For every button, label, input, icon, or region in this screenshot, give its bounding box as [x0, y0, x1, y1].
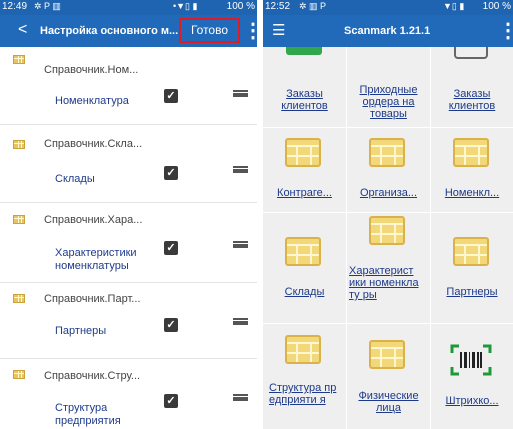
list-item[interactable]: Справочник.Хара... Характеристики номенк…: [0, 203, 257, 283]
tile-individuals[interactable]: Физические лица: [347, 324, 430, 429]
list-item[interactable]: Справочник.Скла... Склады ✓: [0, 125, 257, 203]
ref-name: Справочник.Ном...: [44, 64, 139, 76]
item-name: Характеристики номенклатуры: [55, 247, 137, 272]
table-icon: [285, 335, 321, 364]
tile-label: Штрихко...: [445, 395, 499, 407]
table-icon: [369, 340, 405, 369]
table-icon: [369, 216, 405, 245]
tile-label: Организа...: [359, 187, 418, 199]
tile-contractors[interactable]: Контраге...: [263, 128, 346, 212]
tile-warehouses[interactable]: Склады: [263, 213, 346, 323]
tile-enterprise-structure[interactable]: Структура предприяти я: [263, 324, 346, 429]
include-checkbox[interactable]: ✓: [164, 241, 178, 255]
table-icon: [285, 237, 321, 266]
tile-label: Заказы клиентов: [281, 88, 328, 112]
tile-label: Приходные ордера на товары: [359, 84, 418, 120]
include-checkbox[interactable]: ✓: [164, 394, 178, 408]
include-checkbox[interactable]: ✓: [164, 318, 178, 332]
tile-barcodes[interactable]: Штрихко...: [431, 324, 513, 429]
tile-label: Контраге...: [277, 187, 332, 199]
notification-icons: ✲ ▥ P: [299, 1, 327, 11]
ref-name: Справочник.Скла...: [44, 138, 143, 150]
drag-handle-icon[interactable]: [233, 318, 248, 325]
tile-label: Заказы клиентов: [448, 88, 496, 112]
tile-label: Номенкл...: [444, 187, 500, 199]
item-name: Партнеры: [55, 325, 107, 337]
list-item[interactable]: Справочник.Парт... Партнеры ✓: [0, 283, 257, 359]
barcode-icon: [450, 344, 492, 376]
tile-organizations[interactable]: Организа...: [347, 128, 430, 212]
drag-handle-icon[interactable]: [233, 241, 248, 248]
doc-icon: [454, 47, 488, 59]
table-icon: [453, 237, 489, 266]
tile-label: Физические лица: [358, 390, 419, 414]
table-icon: [369, 138, 405, 167]
tile-customer-orders-2[interactable]: Заказы клиентов: [431, 47, 513, 127]
table-icon: [13, 294, 25, 303]
table-icon: [13, 370, 25, 379]
table-icon: [453, 138, 489, 167]
main-menu-screen: 12:52 ✲ ▥ P ▼▯ ▮ 100 % ☰ Scanmark 1.21.1…: [263, 0, 513, 429]
ref-name: Справочник.Парт...: [44, 293, 141, 305]
include-checkbox[interactable]: ✓: [164, 166, 178, 180]
battery-level: 100 %: [226, 1, 255, 12]
battery-level: 100 %: [482, 1, 511, 12]
status-bar: 12:49 ✲ P ▥ •▼▯ ▮ 100 %: [0, 0, 257, 15]
app-bar: ☰ Scanmark 1.21.1 ⋮: [263, 15, 513, 47]
overflow-menu-icon[interactable]: ⋮: [498, 18, 513, 43]
tile-customer-orders[interactable]: Заказы клиентов: [263, 47, 346, 127]
table-icon: [13, 140, 25, 149]
tile-nomenclature[interactable]: Номенкл...: [431, 128, 513, 212]
status-bar: 12:52 ✲ ▥ P ▼▯ ▮ 100 %: [263, 0, 513, 15]
status-time: 12:49: [2, 1, 28, 12]
list-item[interactable]: Справочник.Стру... Структура предприятия…: [0, 359, 257, 429]
list-item[interactable]: Справочник.Ном... Номенклатура ✓: [0, 55, 257, 125]
done-button[interactable]: Готово: [179, 18, 240, 43]
app-bar: < Настройка основного м... Готово ⋮: [0, 15, 257, 47]
tile-label: Структура предприяти я: [269, 382, 337, 406]
notification-icons: ✲ P ▥: [34, 1, 61, 11]
tile-label: Партнеры: [446, 286, 498, 298]
tile-goods-receipts[interactable]: Приходные ордера на товары: [347, 47, 430, 127]
ref-name: Справочник.Хара...: [44, 214, 143, 226]
item-name: Структура предприятия: [55, 402, 121, 427]
tile-label: Характерист ики номенклату ры: [349, 265, 419, 301]
drag-handle-icon[interactable]: [233, 90, 248, 97]
table-icon: [13, 215, 25, 224]
hamburger-menu-icon[interactable]: ☰: [272, 21, 285, 39]
back-button[interactable]: <: [18, 21, 27, 39]
tile-label: Склады: [284, 286, 325, 298]
item-name: Номенклатура: [55, 95, 129, 107]
table-icon: [13, 55, 25, 64]
green-icon: [286, 47, 322, 55]
tile-characteristics[interactable]: Характерист ики номенклату ры: [347, 213, 430, 323]
signal-icons: ▼▯ ▮: [443, 1, 465, 11]
drag-handle-icon[interactable]: [233, 394, 248, 401]
status-time: 12:52: [265, 1, 291, 12]
tile-partners[interactable]: Партнеры: [431, 213, 513, 323]
item-name: Склады: [55, 173, 95, 185]
drag-handle-icon[interactable]: [233, 166, 248, 173]
table-icon: [285, 138, 321, 167]
page-title: Настройка основного м...: [40, 25, 179, 37]
include-checkbox[interactable]: ✓: [164, 89, 178, 103]
ref-name: Справочник.Стру...: [44, 370, 141, 382]
app-title: Scanmark 1.21.1: [344, 25, 431, 37]
overflow-menu-icon[interactable]: ⋮: [243, 18, 257, 43]
signal-icons: •▼▯ ▮: [173, 1, 198, 11]
settings-screen: 12:49 ✲ P ▥ •▼▯ ▮ 100 % < Настройка осно…: [0, 0, 257, 429]
